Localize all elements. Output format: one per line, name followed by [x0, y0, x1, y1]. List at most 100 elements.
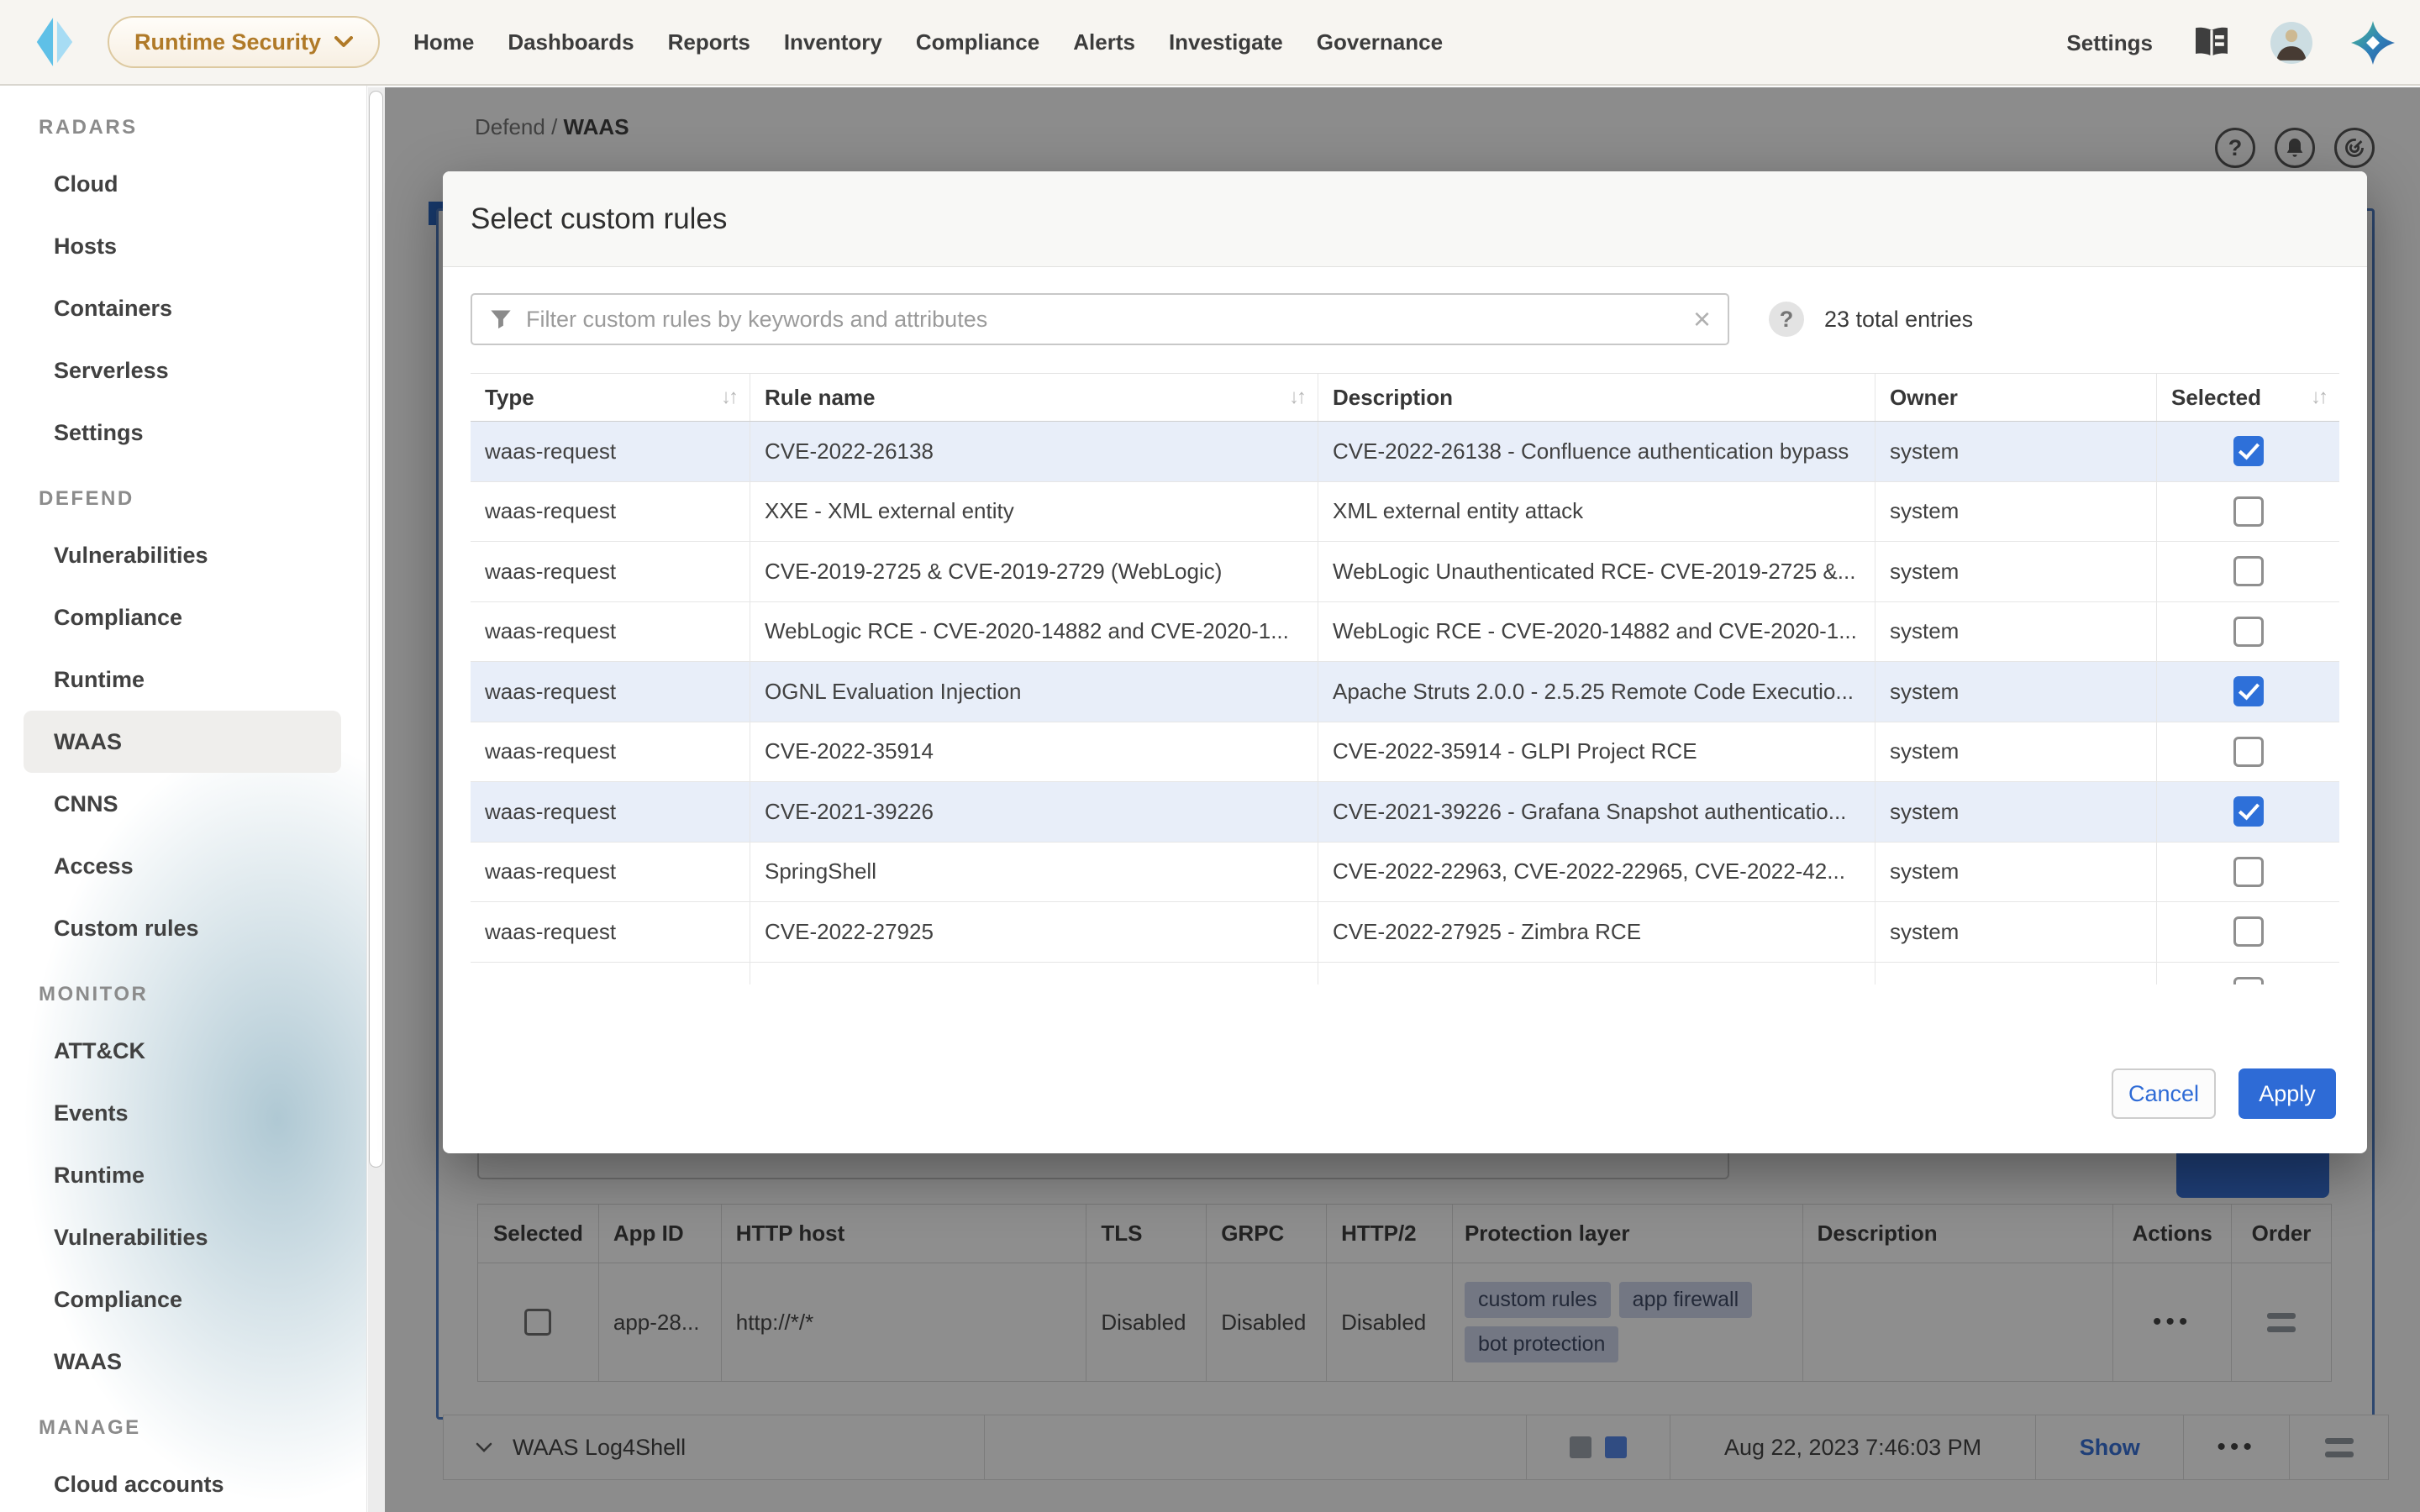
rule-name: CVE-2019-2725 & CVE-2019-2729 (WebLogic): [750, 542, 1318, 601]
custom-rule-row[interactable]: waas-request XXE - XML external entity X…: [471, 482, 2339, 543]
sidebar-item-vulnerabilities[interactable]: Vulnerabilities: [24, 1206, 341, 1268]
rule-owner: system: [1876, 542, 2157, 601]
custom-rule-row[interactable]: waas-request CVE-2022-26138 CVE-2022-261…: [471, 422, 2339, 482]
custom-rule-row[interactable]: waas-request CVE-2019-2725 & CVE-2019-27…: [471, 542, 2339, 602]
sort-icon[interactable]: ↓↑: [2311, 386, 2326, 409]
rule-name: WebLogic RCE - CVE-2020-14882 and CVE-20…: [750, 602, 1318, 662]
user-avatar[interactable]: [2270, 22, 2312, 64]
rule-name: CVE-2022-26138: [750, 422, 1318, 481]
rule-checkbox[interactable]: [2233, 916, 2264, 947]
sidebar-item-containers[interactable]: Containers: [24, 277, 341, 339]
sidebar-scrollbar-thumb[interactable]: [369, 91, 383, 1168]
rule-description: CVE-2022-27925 - Zimbra RCE: [1318, 902, 1876, 962]
apply-button[interactable]: Apply: [2238, 1068, 2336, 1119]
sidebar: RADARSCloudHostsContainersServerlessSett…: [0, 86, 367, 1512]
sidebar-section-title: DEFEND: [0, 474, 366, 524]
sidebar-item-custom-rules[interactable]: Custom rules: [24, 897, 341, 959]
rule-description: CVE-2022-22963, CVE-2022-22965, CVE-2022…: [1318, 843, 1876, 902]
header-selected[interactable]: Selected ↓↑: [2157, 374, 2339, 421]
rule-checkbox[interactable]: [2233, 676, 2264, 706]
sidebar-item-compliance[interactable]: Compliance: [24, 1268, 341, 1331]
sidebar-section-title: MANAGE: [0, 1403, 366, 1453]
settings-link[interactable]: Settings: [2066, 30, 2153, 56]
sidebar-item-cnns[interactable]: CNNS: [24, 773, 341, 835]
rule-name: XXE - XML external entity: [750, 482, 1318, 542]
sidebar-item-waas[interactable]: WAAS: [24, 711, 341, 773]
rule-type: waas-request: [471, 843, 750, 902]
rule-owner: system: [1876, 843, 2157, 902]
custom-rules-table-header: Type ↓↑ Rule name ↓↑ Description Owner S…: [471, 373, 2339, 422]
sort-icon[interactable]: ↓↑: [1289, 386, 1304, 409]
modal-header: Select custom rules: [443, 171, 2367, 267]
rule-owner: system: [1876, 662, 2157, 722]
sidebar-item-waas[interactable]: WAAS: [24, 1331, 341, 1393]
rule-type: waas-request: [471, 542, 750, 601]
sidebar-item-compliance[interactable]: Compliance: [24, 586, 341, 648]
sidebar-scrollbar-track: [368, 87, 385, 1512]
sidebar-item-runtime[interactable]: Runtime: [24, 1144, 341, 1206]
rule-checkbox[interactable]: [2233, 556, 2264, 586]
rule-checkbox[interactable]: [2233, 796, 2264, 827]
select-custom-rules-modal: Select custom rules Filter custom rules …: [443, 171, 2367, 1153]
product-switcher[interactable]: Runtime Security: [108, 16, 380, 68]
header-description[interactable]: Description: [1318, 374, 1876, 421]
sidebar-item-access[interactable]: Access: [24, 835, 341, 897]
rule-owner: [1876, 963, 2157, 985]
sidebar-item-serverless[interactable]: Serverless: [24, 339, 341, 402]
rule-checkbox[interactable]: [2233, 617, 2264, 647]
nav-item-governance[interactable]: Governance: [1317, 29, 1443, 55]
header-type[interactable]: Type ↓↑: [471, 374, 750, 421]
custom-rule-row[interactable]: waas-request OGNL Evaluation Injection A…: [471, 662, 2339, 722]
rule-checkbox[interactable]: [2233, 496, 2264, 527]
compute-logo-icon: [32, 16, 77, 68]
cancel-button[interactable]: Cancel: [2112, 1068, 2216, 1119]
nav-item-dashboards[interactable]: Dashboards: [508, 29, 634, 55]
rule-owner: system: [1876, 722, 2157, 782]
app-screen: Runtime Security Home Dashboards Reports…: [0, 0, 2420, 1512]
nav-item-investigate[interactable]: Investigate: [1169, 29, 1283, 55]
docs-book-icon[interactable]: [2191, 25, 2232, 60]
custom-rule-row[interactable]: [471, 963, 2339, 985]
header-rule-name[interactable]: Rule name ↓↑: [750, 374, 1318, 421]
rule-checkbox[interactable]: [2233, 857, 2264, 887]
sidebar-section-monitor: MONITORATT&CKEventsRuntimeVulnerabilitie…: [0, 969, 366, 1393]
sidebar-section-manage: MANAGECloud accounts: [0, 1403, 366, 1512]
rule-description: CVE-2022-35914 - GLPI Project RCE: [1318, 722, 1876, 782]
rule-owner: system: [1876, 482, 2157, 542]
rule-name: OGNL Evaluation Injection: [750, 662, 1318, 722]
clear-filter-icon[interactable]: ×: [1693, 304, 1711, 334]
sort-icon[interactable]: ↓↑: [721, 386, 736, 409]
nav-item-inventory[interactable]: Inventory: [784, 29, 882, 55]
custom-rule-row[interactable]: waas-request CVE-2021-39226 CVE-2021-392…: [471, 782, 2339, 843]
nav-item-reports[interactable]: Reports: [668, 29, 750, 55]
total-entries-label: 23 total entries: [1824, 302, 1973, 337]
top-navigation-bar: Runtime Security Home Dashboards Reports…: [0, 0, 2420, 86]
rule-checkbox[interactable]: [2233, 737, 2264, 767]
custom-rule-row[interactable]: waas-request SpringShell CVE-2022-22963,…: [471, 843, 2339, 903]
filter-help-icon[interactable]: ?: [1769, 302, 1804, 337]
rules-filter-input[interactable]: Filter custom rules by keywords and attr…: [471, 293, 1729, 345]
sidebar-item-hosts[interactable]: Hosts: [24, 215, 341, 277]
rule-checkbox[interactable]: [2233, 977, 2264, 984]
header-owner[interactable]: Owner: [1876, 374, 2157, 421]
sidebar-item-vulnerabilities[interactable]: Vulnerabilities: [24, 524, 341, 586]
rule-type: waas-request: [471, 902, 750, 962]
main-nav: Home Dashboards Reports Inventory Compli…: [413, 29, 1443, 55]
nav-item-alerts[interactable]: Alerts: [1073, 29, 1135, 55]
sidebar-item-cloud[interactable]: Cloud: [24, 153, 341, 215]
sidebar-item-runtime[interactable]: Runtime: [24, 648, 341, 711]
prisma-cloud-logo-icon[interactable]: [2351, 21, 2395, 65]
filter-funnel-icon: [489, 307, 513, 331]
nav-item-compliance[interactable]: Compliance: [916, 29, 1039, 55]
custom-rule-row[interactable]: waas-request CVE-2022-35914 CVE-2022-359…: [471, 722, 2339, 783]
custom-rule-row[interactable]: waas-request WebLogic RCE - CVE-2020-148…: [471, 602, 2339, 663]
sidebar-item-settings[interactable]: Settings: [24, 402, 341, 464]
sidebar-item-events[interactable]: Events: [24, 1082, 341, 1144]
nav-item-home[interactable]: Home: [413, 29, 474, 55]
sidebar-item-cloud-accounts[interactable]: Cloud accounts: [24, 1453, 341, 1512]
rule-owner: system: [1876, 422, 2157, 481]
rule-checkbox[interactable]: [2233, 436, 2264, 466]
sidebar-item-att-ck[interactable]: ATT&CK: [24, 1020, 341, 1082]
rule-description: WebLogic RCE - CVE-2020-14882 and CVE-20…: [1318, 602, 1876, 662]
custom-rule-row[interactable]: waas-request CVE-2022-27925 CVE-2022-279…: [471, 902, 2339, 963]
